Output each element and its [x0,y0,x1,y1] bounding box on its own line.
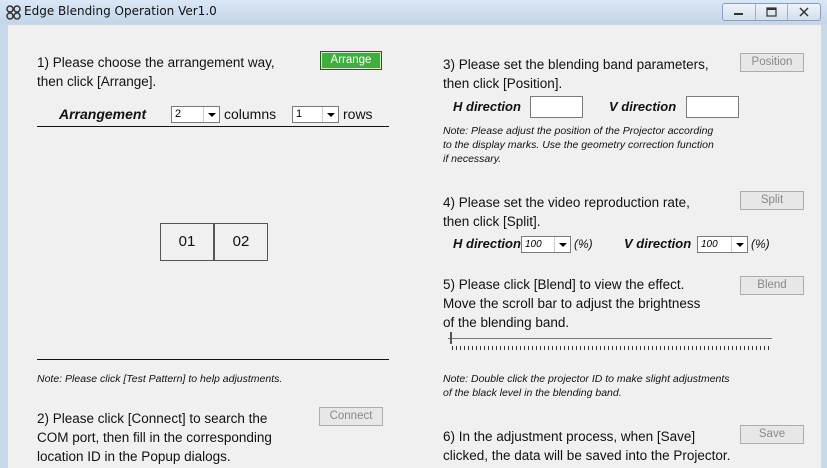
v-rate-select[interactable]: 100 [697,236,748,253]
minimize-icon[interactable] [723,4,755,20]
blend-button[interactable]: Blend [740,276,804,295]
step2-text-line1: 2) Please click [Connect] to search the [37,411,268,426]
h-direction-input[interactable] [530,96,583,118]
slider-ticks [452,346,772,350]
step4-text-line1: 4) Please set the video reproduction rat… [443,195,690,210]
step3-v-label: V direction [609,99,677,114]
divider-bottom [37,359,389,360]
arrange-button[interactable]: Arrange [320,51,382,70]
h-rate-value: 100 [525,239,542,250]
step6-text-line1: 6) In the adjustment process, when [Save… [443,429,696,444]
step1-text-line2: then click [Arrange]. [37,74,157,89]
chevron-down-icon [203,107,219,122]
step1-text-line1: 1) Please choose the arrangement way, [37,55,275,70]
projector-cell-01[interactable]: 01 [160,223,214,261]
save-button[interactable]: Save [740,425,804,444]
title-bar[interactable]: Edge Blending Operation Ver1.0 [0,0,827,24]
step4-h-label: H direction [453,236,521,251]
step3-text-line2: then click [Position]. [443,76,563,91]
step3-note-line3: if necessary. [443,153,502,165]
step2-text-line2: COM port, then fill in the corresponding [37,430,272,445]
close-icon[interactable] [787,4,821,20]
columns-select[interactable]: 2 [171,106,220,123]
step3-text-line1: 3) Please set the blending band paramete… [443,57,709,72]
chevron-down-icon [322,107,338,122]
v-direction-input[interactable] [686,96,739,118]
brightness-slider-thumb[interactable] [450,332,452,344]
step3-h-label: H direction [453,99,521,114]
connect-button[interactable]: Connect [319,407,383,426]
step3-note-line2: to the display marks. Use the geometry c… [443,139,714,151]
step4-text-line2: then click [Split]. [443,214,541,229]
brightness-slider[interactable] [448,338,772,339]
split-button[interactable]: Split [740,191,804,210]
chevron-down-icon [554,237,570,252]
window-title: Edge Blending Operation Ver1.0 [24,4,217,18]
step5-text-line2: Move the scroll bar to adjust the bright… [443,296,701,311]
arrangement-label: Arrangement [59,106,147,122]
step3-note-line1: Note: Please adjust the position of the … [443,125,714,137]
columns-value: 2 [175,108,182,120]
chevron-down-icon [731,237,747,252]
divider-top [37,126,389,127]
rows-value: 1 [296,108,303,120]
step5-text-line1: 5) Please click [Blend] to view the effe… [443,277,685,292]
step1-note: Note: Please click [Test Pattern] to hel… [37,373,283,385]
step5-text-line3: of the blending band. [443,315,570,330]
step6-text-line2: clicked, the data will be saved into the… [443,448,731,463]
rows-label: rows [343,106,373,122]
projector-cell-02[interactable]: 02 [214,223,268,261]
h-rate-unit: (%) [574,237,593,251]
position-button[interactable]: Position [740,53,804,72]
maximize-icon[interactable] [755,4,788,20]
projector-grid-icon [6,5,21,20]
columns-label: columns [224,106,277,122]
h-rate-select[interactable]: 100 [521,236,571,253]
rows-select[interactable]: 1 [292,106,339,123]
step4-v-label: V direction [624,236,692,251]
step2-text-line3: location ID in the Popup dialogs. [37,449,231,464]
caption-buttons [722,3,821,21]
step5-note-line1: Note: Double click the projector ID to m… [443,373,730,385]
v-rate-unit: (%) [751,237,770,251]
step5-note-line2: of the black level in the blending band. [443,387,622,399]
main-window: Edge Blending Operation Ver1.0 1) Please… [0,0,827,468]
v-rate-value: 100 [701,239,718,250]
